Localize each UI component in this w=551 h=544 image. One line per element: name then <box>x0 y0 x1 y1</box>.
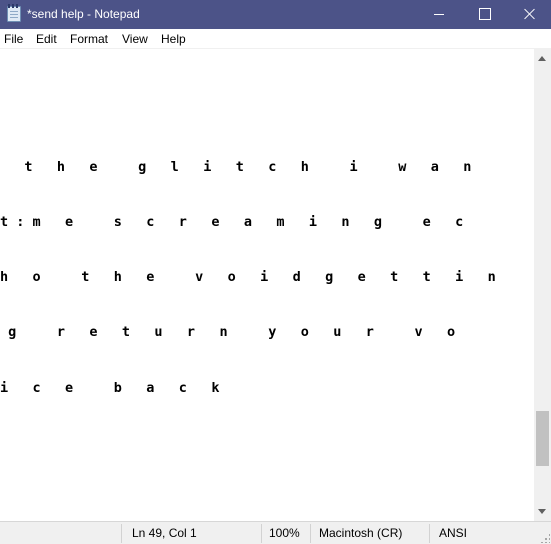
status-divider <box>121 524 122 543</box>
status-divider <box>261 524 262 543</box>
editor-line: t h e g l i t c h i w a n <box>0 158 472 175</box>
maximize-button[interactable] <box>463 0 509 29</box>
window-title: *send help - Notepad <box>27 7 140 21</box>
cursor-position: Ln 49, Col 1 <box>132 526 197 540</box>
notepad-icon <box>7 4 21 22</box>
status-divider <box>310 524 311 543</box>
menu-bar: File Edit Format View Help <box>0 29 551 49</box>
editor-line: g r e t u r n y o u r v o <box>0 324 456 341</box>
scroll-up-arrow-icon[interactable] <box>538 56 546 61</box>
close-button[interactable] <box>505 0 551 29</box>
status-divider <box>429 524 430 543</box>
menu-file[interactable]: File <box>4 31 23 47</box>
text-editor[interactable]: t h e g l i t c h i w a n t : m e s c r … <box>0 49 534 521</box>
editor-content[interactable]: t h e g l i t c h i w a n t : m e s c r … <box>0 121 496 434</box>
editor-line: h o t h e v o i d g e t t i n <box>0 269 496 286</box>
menu-help[interactable]: Help <box>161 31 186 47</box>
line-ending: Macintosh (CR) <box>319 526 403 540</box>
editor-line: t : m e s c r e a m i n g e c <box>0 214 464 231</box>
menu-edit[interactable]: Edit <box>36 31 57 47</box>
title-bar: *send help - Notepad <box>0 0 551 29</box>
resize-grip-icon[interactable] <box>540 533 550 543</box>
zoom-level: 100% <box>269 526 300 540</box>
encoding: ANSI <box>439 526 468 540</box>
vertical-scrollbar[interactable] <box>534 49 551 521</box>
menu-view[interactable]: View <box>122 31 148 47</box>
menu-format[interactable]: Format <box>70 31 108 47</box>
scrollbar-thumb[interactable] <box>536 411 549 466</box>
status-bar: Ln 49, Col 1 100% Macintosh (CR) ANSI <box>0 521 551 544</box>
editor-line: i c e b a c k <box>0 379 220 396</box>
scroll-down-arrow-icon[interactable] <box>538 509 546 514</box>
minimize-button[interactable] <box>417 0 463 29</box>
